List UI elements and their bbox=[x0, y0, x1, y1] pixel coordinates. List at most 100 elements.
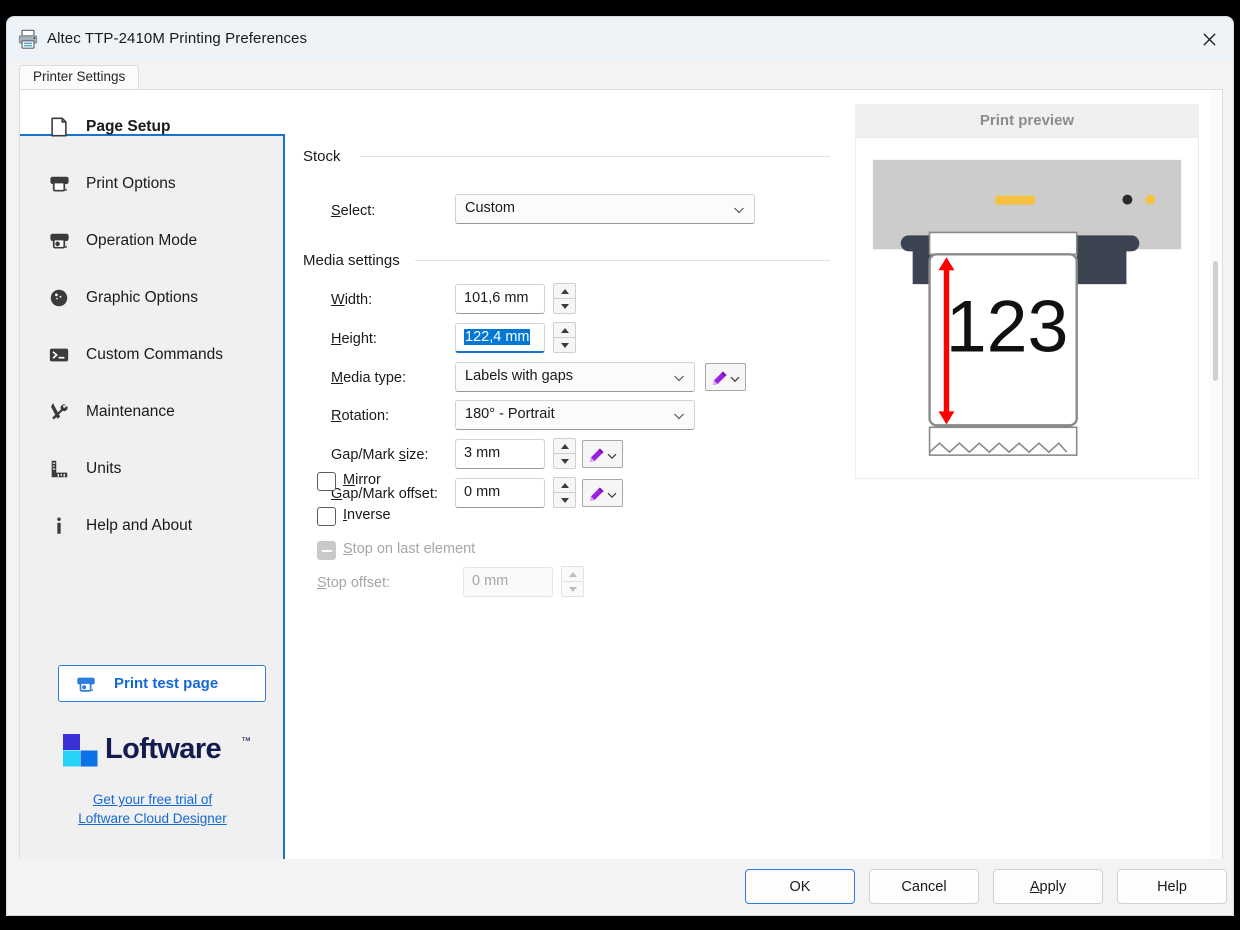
print-preview-image: 123 bbox=[855, 137, 1199, 479]
tab-strip: Printer Settings bbox=[7, 61, 1233, 89]
width-stepper-down[interactable] bbox=[553, 298, 576, 314]
stop-on-last-element-label: Stop on last element bbox=[343, 541, 475, 557]
stop-offset-value: 0 mm bbox=[472, 573, 508, 589]
media-type-edit-button[interactable] bbox=[705, 363, 746, 391]
select-label: Select: bbox=[331, 203, 375, 219]
gap-mark-size-stepper-up[interactable] bbox=[553, 438, 576, 454]
gap-mark-size-value: 3 mm bbox=[464, 445, 500, 461]
group-header-stock: Stock bbox=[303, 148, 341, 165]
info-icon bbox=[47, 514, 71, 538]
inverse-checkbox[interactable] bbox=[317, 507, 336, 526]
height-stepper[interactable] bbox=[553, 322, 576, 354]
sidebar-item-graphic-options[interactable]: Graphic Options bbox=[20, 269, 283, 326]
svg-text:123: 123 bbox=[946, 285, 1069, 368]
printer-icon bbox=[75, 673, 97, 695]
gap-mark-offset-stepper-up[interactable] bbox=[553, 477, 576, 493]
printer-gear-icon bbox=[47, 229, 71, 253]
print-preview-title: Print preview bbox=[855, 104, 1199, 137]
scrollbar-thumb[interactable] bbox=[1213, 261, 1218, 381]
gap-mark-size-stepper-down[interactable] bbox=[553, 453, 576, 469]
height-value: 122,4 mm bbox=[464, 329, 530, 345]
mirror-checkbox[interactable] bbox=[317, 472, 336, 491]
gap-mark-size-input[interactable]: 3 mm bbox=[455, 439, 545, 469]
pencil-icon bbox=[587, 446, 606, 465]
sidebar-item-label: Operation Mode bbox=[86, 232, 197, 250]
stop-offset-stepper-up bbox=[561, 566, 584, 582]
group-divider-stock bbox=[360, 156, 830, 157]
rotation-value: 180° - Portrait bbox=[465, 406, 555, 422]
chevron-down-icon bbox=[729, 372, 741, 384]
media-type-label: Media type: bbox=[331, 370, 406, 386]
loftware-wordmark: Loftware bbox=[105, 733, 221, 766]
gap-mark-size-edit-button[interactable] bbox=[582, 440, 623, 468]
stop-offset-label: Stop offset: bbox=[317, 575, 390, 591]
gap-mark-offset-edit-button[interactable] bbox=[582, 479, 623, 507]
gap-mark-offset-label: Gap/Mark offset: bbox=[331, 486, 438, 502]
height-label: Height: bbox=[331, 331, 377, 347]
page-setup-pane: Stock Select: Custom Media settings Widt… bbox=[285, 90, 1223, 861]
height-stepper-down[interactable] bbox=[553, 337, 576, 353]
loftware-squares-icon bbox=[63, 734, 99, 767]
loftware-logo: Loftware ™ bbox=[63, 730, 253, 774]
free-trial-link-line2: Loftware Cloud Designer bbox=[20, 809, 285, 828]
printer-icon bbox=[47, 172, 71, 196]
media-type-dropdown[interactable]: Labels with gaps bbox=[455, 362, 695, 392]
close-icon[interactable] bbox=[1185, 17, 1233, 61]
free-trial-link-line1: Get your free trial of bbox=[20, 790, 285, 809]
vertical-scrollbar[interactable] bbox=[1210, 91, 1221, 861]
rotation-dropdown[interactable]: 180° - Portrait bbox=[455, 400, 695, 430]
chevron-down-icon bbox=[672, 409, 686, 423]
tab-printer-settings[interactable]: Printer Settings bbox=[19, 65, 139, 89]
page-icon bbox=[47, 115, 71, 139]
sidebar-item-label: Page Setup bbox=[86, 118, 170, 136]
sidebar-item-operation-mode[interactable]: Operation Mode bbox=[20, 212, 283, 269]
print-preview-panel: Print preview bbox=[855, 104, 1199, 479]
help-button[interactable]: Help bbox=[1117, 869, 1227, 904]
apply-button[interactable]: Apply bbox=[993, 869, 1103, 904]
sidebar-item-label: Print Options bbox=[86, 175, 176, 193]
gap-mark-size-stepper[interactable] bbox=[553, 438, 576, 470]
gap-mark-offset-stepper-down[interactable] bbox=[553, 492, 576, 508]
sidebar-item-units[interactable]: Units bbox=[20, 440, 283, 497]
gap-mark-offset-value: 0 mm bbox=[464, 484, 500, 500]
gap-mark-offset-input[interactable]: 0 mm bbox=[455, 478, 545, 508]
chevron-down-icon bbox=[672, 371, 686, 385]
content-panel: Page Setup Print Options bbox=[19, 89, 1223, 861]
mirror-label: Mirror bbox=[343, 472, 381, 488]
stop-offset-input: 0 mm bbox=[463, 567, 553, 597]
free-trial-link[interactable]: Get your free trial of Loftware Cloud De… bbox=[20, 790, 285, 828]
sidebar-item-label: Help and About bbox=[86, 517, 192, 535]
terminal-icon bbox=[47, 343, 71, 367]
ok-button[interactable]: OK bbox=[745, 869, 855, 904]
sidebar: Page Setup Print Options bbox=[20, 90, 285, 860]
sidebar-item-custom-commands[interactable]: Custom Commands bbox=[20, 326, 283, 383]
sidebar-item-page-setup[interactable]: Page Setup bbox=[20, 98, 283, 155]
gap-mark-offset-stepper[interactable] bbox=[553, 477, 576, 509]
printing-preferences-window: Altec TTP-2410M Printing Preferences Pri… bbox=[6, 16, 1234, 916]
sidebar-item-label: Graphic Options bbox=[86, 289, 198, 307]
stock-select-dropdown[interactable]: Custom bbox=[455, 194, 755, 224]
print-test-page-label: Print test page bbox=[114, 675, 218, 692]
title-bar: Altec TTP-2410M Printing Preferences bbox=[7, 17, 1233, 61]
width-stepper-up[interactable] bbox=[553, 283, 576, 299]
width-label: Width: bbox=[331, 292, 372, 308]
sidebar-item-print-options[interactable]: Print Options bbox=[20, 155, 283, 212]
height-input[interactable]: 122,4 mm bbox=[455, 323, 545, 353]
width-input[interactable]: 101,6 mm bbox=[455, 284, 545, 314]
print-test-page-button[interactable]: Print test page bbox=[58, 665, 266, 702]
tools-icon bbox=[47, 400, 71, 424]
ruler-icon bbox=[47, 457, 71, 481]
stop-on-last-element-checkbox bbox=[317, 541, 336, 560]
sidebar-item-label: Units bbox=[86, 460, 121, 478]
chevron-down-icon bbox=[732, 203, 746, 217]
height-stepper-up[interactable] bbox=[553, 322, 576, 338]
sidebar-item-help-and-about[interactable]: Help and About bbox=[20, 497, 283, 554]
sidebar-item-maintenance[interactable]: Maintenance bbox=[20, 383, 283, 440]
cancel-button[interactable]: Cancel bbox=[869, 869, 979, 904]
pencil-icon bbox=[710, 369, 729, 388]
media-type-value: Labels with gaps bbox=[465, 368, 573, 384]
inverse-label: Inverse bbox=[343, 507, 391, 523]
group-divider-media bbox=[415, 260, 830, 261]
width-stepper[interactable] bbox=[553, 283, 576, 315]
group-header-media-settings: Media settings bbox=[303, 252, 400, 269]
